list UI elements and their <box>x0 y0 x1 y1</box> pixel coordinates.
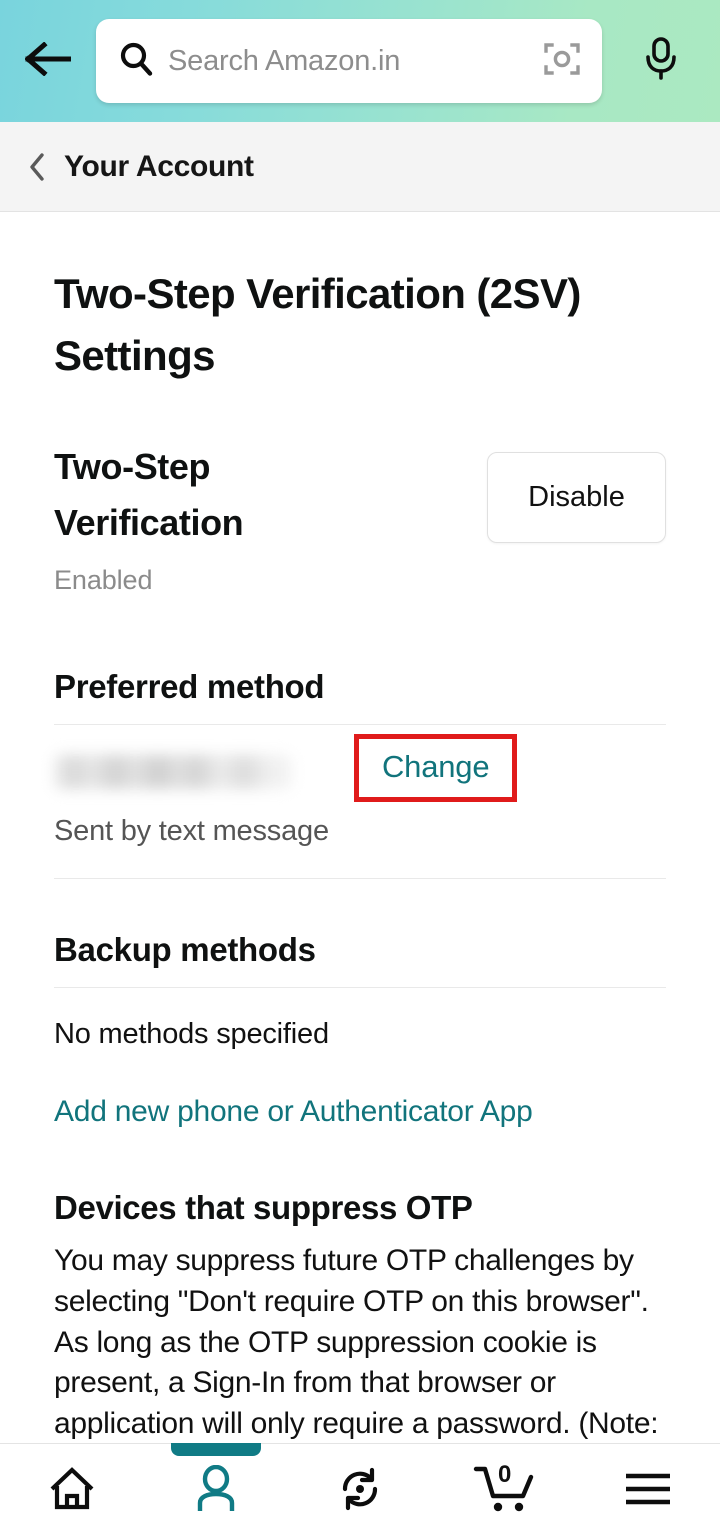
breadcrumb-bar[interactable]: Your Account <box>0 122 720 212</box>
nav-item-home[interactable] <box>0 1444 144 1539</box>
home-icon <box>48 1466 96 1517</box>
preferred-method-section: Preferred method Change Sent by text mes… <box>54 668 666 879</box>
voice-search-button[interactable] <box>602 0 720 122</box>
two-step-verification-row: Two-Step Verification Enabled Disable <box>54 439 666 596</box>
two-step-verification-heading: Two-Step Verification <box>54 446 244 544</box>
preferred-method-sublabel: Sent by text message <box>54 814 329 847</box>
page-title: Two-Step Verification (2SV) Settings <box>54 270 581 380</box>
refresh-sync-icon <box>336 1465 384 1518</box>
search-icon <box>118 41 154 82</box>
nav-item-refresh[interactable] <box>288 1444 432 1539</box>
back-button[interactable] <box>0 0 96 122</box>
backup-methods-heading: Backup methods <box>54 930 316 968</box>
bottom-navigation-bar: 0 <box>0 1442 720 1539</box>
divider <box>54 877 666 879</box>
disable-button[interactable]: Disable <box>487 452 666 544</box>
hamburger-menu-icon <box>623 1471 673 1512</box>
add-new-phone-or-authenticator-link[interactable]: Add new phone or Authenticator App <box>54 1095 533 1129</box>
chevron-left-icon[interactable] <box>26 152 48 181</box>
change-highlight-box: Change <box>354 733 518 802</box>
arrow-left-icon <box>24 40 72 81</box>
preferred-method-value-redacted <box>54 754 292 789</box>
two-step-verification-info: Two-Step Verification Enabled <box>54 439 487 596</box>
nav-item-account[interactable] <box>144 1442 288 1539</box>
divider <box>54 723 666 725</box>
nav-item-cart[interactable]: 0 <box>432 1444 576 1539</box>
breadcrumb-label: Your Account <box>64 149 254 183</box>
search-bar[interactable]: Search Amazon.in <box>96 19 602 103</box>
backup-methods-empty-text: No methods specified <box>54 1017 329 1050</box>
devices-suppress-otp-heading: Devices that suppress OTP <box>54 1188 473 1226</box>
active-tab-indicator <box>171 1442 261 1456</box>
main-content: Two-Step Verification (2SV) Settings Two… <box>0 213 720 1526</box>
two-step-verification-status: Enabled <box>54 564 153 595</box>
preferred-method-heading: Preferred method <box>54 667 325 705</box>
search-input[interactable]: Search Amazon.in <box>168 45 528 78</box>
backup-methods-section: Backup methods No methods specified Add … <box>54 931 666 1129</box>
divider <box>54 986 666 988</box>
cart-count-badge: 0 <box>498 1460 512 1488</box>
nav-item-menu[interactable] <box>576 1444 720 1539</box>
person-icon <box>194 1464 238 1518</box>
app-root: Search Amazon.in Your Account Two-Step V… <box>0 0 720 1539</box>
camera-lens-icon[interactable] <box>542 39 582 84</box>
top-search-header: Search Amazon.in <box>0 0 720 122</box>
preferred-method-row: Change <box>54 733 666 802</box>
change-link[interactable]: Change <box>382 749 490 784</box>
microphone-icon <box>644 36 678 86</box>
